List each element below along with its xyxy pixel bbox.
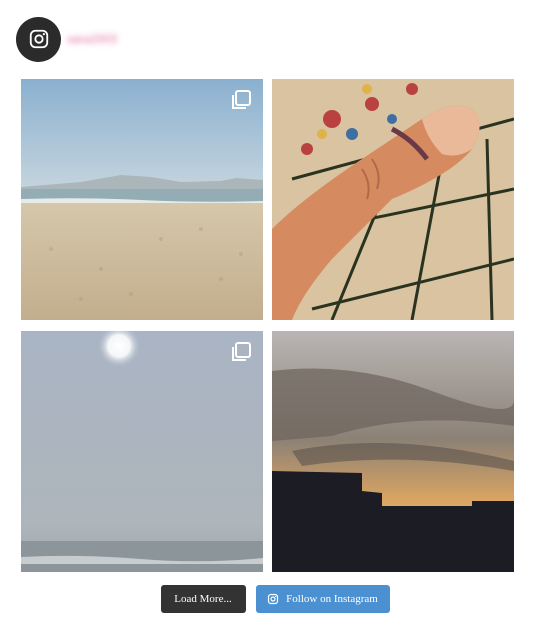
instagram-icon <box>29 29 48 49</box>
follow-label: Follow on Instagram <box>286 593 378 605</box>
photo-grid <box>21 79 515 572</box>
post-tile-beach[interactable] <box>21 79 263 320</box>
post-image-hazy-sun <box>21 331 263 572</box>
post-image-thumb <box>272 79 514 320</box>
load-more-button[interactable]: Load More... <box>160 585 246 613</box>
feed-header: sara2003 <box>16 16 117 62</box>
post-tile-hazy-sun[interactable] <box>21 331 263 572</box>
post-tile-sunset[interactable] <box>272 331 514 572</box>
carousel-icon <box>232 90 251 109</box>
post-image-beach <box>21 79 263 320</box>
post-image-sunset <box>272 331 514 572</box>
post-tile-thumb[interactable] <box>272 79 514 320</box>
follow-on-instagram-button[interactable]: Follow on Instagram <box>255 585 390 613</box>
profile-username[interactable]: sara2003 <box>67 32 117 46</box>
instagram-icon <box>267 593 279 605</box>
feed-actions: Load More... Follow on Instagram <box>0 585 550 613</box>
profile-avatar[interactable] <box>16 16 61 62</box>
carousel-icon <box>232 342 251 361</box>
